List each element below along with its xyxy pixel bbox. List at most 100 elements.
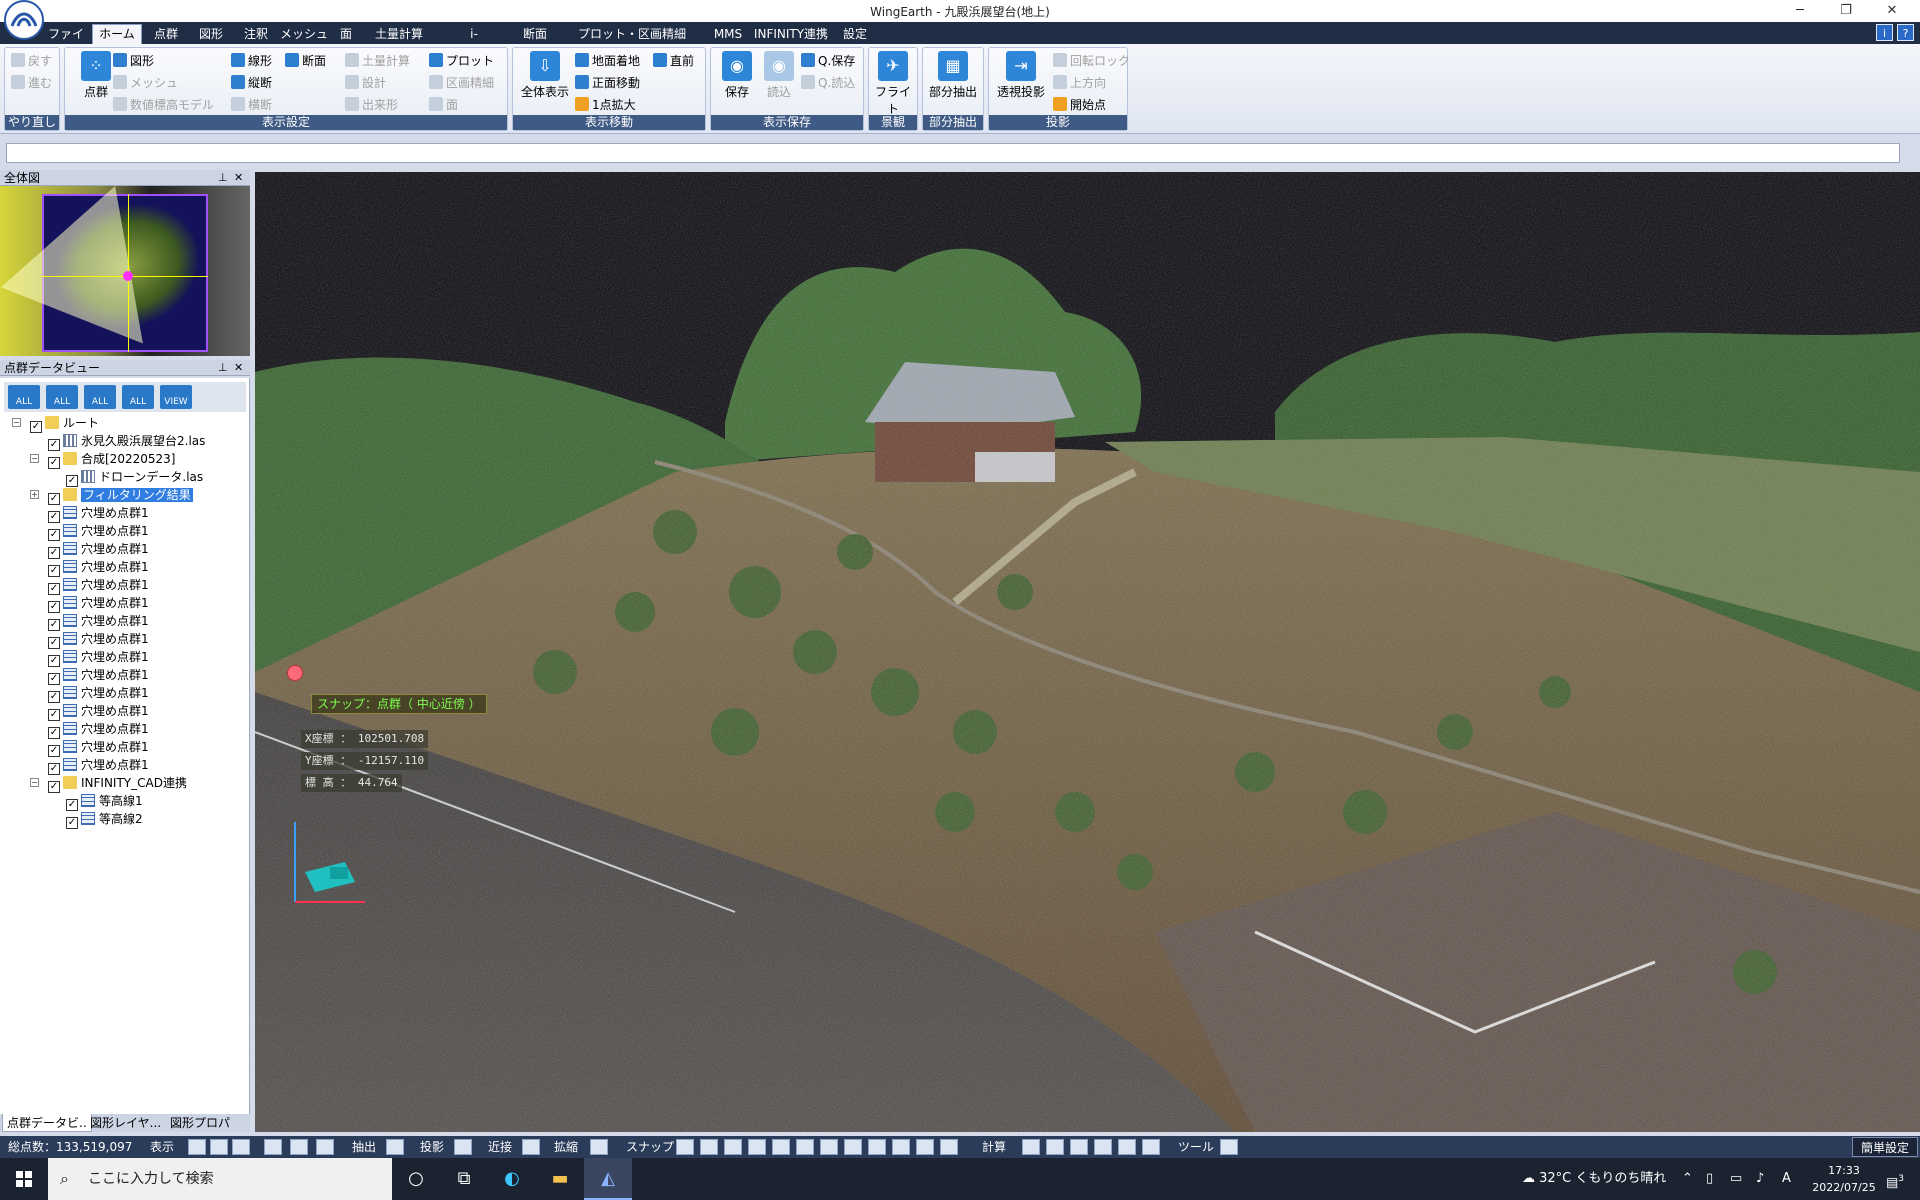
restore-button[interactable]: ❐ — [1823, 0, 1869, 22]
quick-save-button[interactable]: Q.保存 — [801, 51, 855, 71]
flight-button[interactable]: ✈ フライト — [871, 51, 915, 117]
tree-item[interactable]: ✓ 穴埋め点群1 — [48, 702, 149, 721]
line-button[interactable]: 線形 — [231, 51, 272, 71]
status-projection-icon[interactable] — [454, 1139, 472, 1155]
status-display-icon-4[interactable] — [264, 1139, 282, 1155]
tray-chevron-icon[interactable]: ⌃ — [1682, 1158, 1693, 1200]
front-move-button[interactable]: 正面移動 — [575, 73, 640, 93]
status-enlarge-icon[interactable] — [590, 1139, 608, 1155]
fit-all-button[interactable]: ⇩ 全体表示 — [517, 51, 573, 100]
calc-tool-icon[interactable] — [1070, 1139, 1088, 1155]
status-display-icon-5[interactable] — [290, 1139, 308, 1155]
panel-tab[interactable]: 図形レイヤ... — [86, 1114, 165, 1132]
ground-button[interactable]: 地面着地 — [575, 51, 640, 71]
command-input[interactable] — [6, 143, 1900, 163]
snap-mode-icon[interactable] — [844, 1139, 862, 1155]
earthwork-button[interactable]: 土量計算 — [345, 51, 410, 71]
tray-app-icon[interactable]: ▯ — [1706, 1158, 1713, 1200]
menu-tab[interactable]: INFINITY連携 — [752, 25, 830, 44]
snap-mode-icon[interactable] — [820, 1139, 838, 1155]
menu-tab[interactable]: 断面 — [516, 25, 554, 44]
prev-view-button[interactable]: 直前 — [653, 51, 694, 71]
menu-tab[interactable]: 図形 — [192, 25, 230, 44]
pin-icon[interactable]: ⊥ — [218, 360, 228, 376]
pin-icon[interactable]: ⊥ — [218, 170, 228, 186]
surface-button[interactable]: 面 — [429, 95, 458, 115]
snap-mode-icon[interactable] — [748, 1139, 766, 1155]
tree-item[interactable]: ✓ ドローンデータ.las — [66, 468, 203, 487]
tree-item[interactable]: ✓ 合成[20220523] — [48, 450, 175, 469]
status-display-icon-3[interactable] — [232, 1139, 250, 1155]
menu-tab[interactable]: プロット・区画精細 — [558, 25, 706, 44]
tree-item[interactable]: ✓ 穴埋め点群1 — [48, 684, 149, 703]
calc-tool-icon[interactable] — [1142, 1139, 1160, 1155]
menu-tab[interactable]: MMS — [710, 25, 746, 44]
tree-item[interactable]: ✓ 穴埋め点群1 — [48, 558, 149, 577]
tree-item[interactable]: ✓ フィルタリング結果 — [48, 486, 193, 505]
tree-item[interactable]: ✓ 等高線2 — [66, 810, 143, 829]
menu-tab[interactable]: ホーム — [92, 24, 142, 44]
camera-position-marker[interactable] — [123, 271, 133, 281]
menu-tab[interactable]: 設定 — [836, 25, 874, 44]
panel-tab[interactable]: 点群データビ.. — [2, 1114, 92, 1132]
ime-indicator[interactable]: A — [1782, 1158, 1791, 1200]
tree-item[interactable]: ✓ ルート — [30, 414, 99, 433]
tree-toolbar-button[interactable]: ALL — [122, 385, 154, 409]
taskbar-search-input[interactable]: ⌕ ここに入力して検索 — [48, 1158, 392, 1200]
status-display-icon-2[interactable] — [210, 1139, 228, 1155]
status-tool-icon[interactable] — [1220, 1139, 1238, 1155]
tree-item[interactable]: ✓ 穴埋め点群1 — [48, 648, 149, 667]
finished-button[interactable]: 出来形 — [345, 95, 398, 115]
calc-tool-icon[interactable] — [1022, 1139, 1040, 1155]
menu-tab[interactable]: 注釈 — [236, 25, 276, 44]
status-extract-icon[interactable] — [386, 1139, 404, 1155]
close-icon[interactable]: ✕ — [234, 170, 243, 186]
edge-browser-icon[interactable]: ◐ — [488, 1158, 536, 1200]
menu-tab[interactable]: メッシュ — [280, 25, 328, 44]
wingearth-taskbar-icon[interactable]: ◭ — [584, 1158, 632, 1200]
weather-widget[interactable]: ☁ 32°C くもりのち晴れ — [1522, 1158, 1666, 1200]
dem-button[interactable]: 数値標高モデル — [113, 95, 214, 115]
tree-item[interactable]: ✓ 穴埋め点群1 — [48, 504, 149, 523]
figure-button[interactable]: 図形 — [113, 51, 154, 71]
zoom-point-button[interactable]: 1点拡大 — [575, 95, 636, 115]
tree-item[interactable]: ✓ 氷見久殿浜展望台2.las — [48, 432, 205, 451]
overview-map[interactable] — [0, 186, 250, 356]
cross-button[interactable]: 横断 — [231, 95, 272, 115]
menu-tab[interactable]: 点群 — [146, 25, 186, 44]
tree-expander[interactable]: − — [30, 778, 39, 787]
checkbox-icon[interactable]: ✓ — [48, 457, 60, 469]
tree-item[interactable]: ✓ 穴埋め点群1 — [48, 522, 149, 541]
tree-expander[interactable]: − — [12, 418, 21, 427]
quick-load-button[interactable]: Q.読込 — [801, 73, 855, 93]
parcel-button[interactable]: 区画精細 — [429, 73, 494, 93]
tree-item[interactable]: ✓ 穴埋め点群1 — [48, 720, 149, 739]
load-view-button[interactable]: ◉ 読込 — [757, 51, 801, 100]
longitudinal-button[interactable]: 縦断 — [231, 73, 272, 93]
file-explorer-icon[interactable]: ▬ — [536, 1158, 584, 1200]
snap-mode-icon[interactable] — [796, 1139, 814, 1155]
tree-toolbar-button[interactable]: ALL — [46, 385, 78, 409]
snap-mode-icon[interactable] — [700, 1139, 718, 1155]
snap-mode-icon[interactable] — [940, 1139, 958, 1155]
menu-tab[interactable]: ファイル — [44, 25, 88, 60]
3d-viewport[interactable]: スナップ：点群（ 中心近傍 ） X座標 ： 102501.708 Y座標 ： -… — [255, 172, 1920, 1132]
partial-extract-button[interactable]: ▦ 部分抽出 — [925, 51, 981, 100]
save-view-button[interactable]: ◉ 保存 — [715, 51, 759, 100]
close-button[interactable]: ✕ — [1869, 0, 1915, 22]
snap-mode-icon[interactable] — [892, 1139, 910, 1155]
clock[interactable]: 17:33 2022/07/25 — [1806, 1162, 1882, 1196]
menu-tab[interactable]: 面 — [332, 25, 360, 44]
rotation-lock-button[interactable]: 回転ロック — [1053, 51, 1130, 71]
tree-item[interactable]: ✓ 穴埋め点群1 — [48, 630, 149, 649]
tree-item[interactable]: ✓ 穴埋め点群1 — [48, 576, 149, 595]
cortana-icon[interactable]: ○ — [392, 1158, 440, 1200]
calc-tool-icon[interactable] — [1118, 1139, 1136, 1155]
status-display-icon-1[interactable] — [188, 1139, 206, 1155]
tree-item[interactable]: ✓ 穴埋め点群1 — [48, 666, 149, 685]
windows-start-icon[interactable] — [0, 1158, 48, 1200]
close-icon[interactable]: ✕ — [234, 360, 243, 376]
easy-setting-button[interactable]: 簡単設定 — [1852, 1137, 1918, 1157]
checkbox-icon[interactable]: ✓ — [66, 817, 78, 829]
undo-button[interactable]: 戻す — [11, 51, 52, 71]
